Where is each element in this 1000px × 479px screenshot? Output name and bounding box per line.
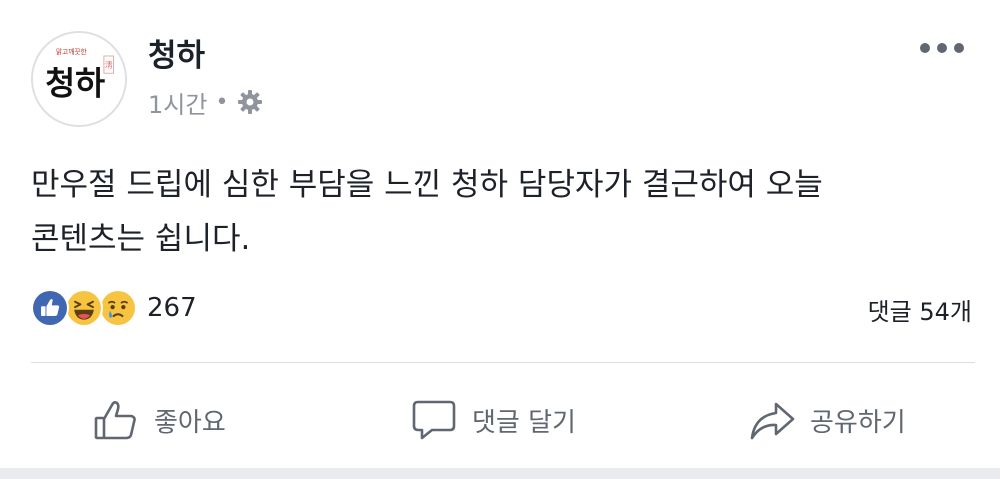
post-meta: 1시간 • xyxy=(148,85,264,119)
avatar-logo-text: 청하 xyxy=(45,63,105,102)
sad-reaction-icon xyxy=(99,289,137,327)
haha-reaction-icon xyxy=(65,289,103,327)
comment-button[interactable]: 댓글 달기 xyxy=(410,385,576,455)
reaction-count: 267 xyxy=(147,293,197,323)
more-horizontal-icon[interactable] xyxy=(920,36,964,60)
gear-icon[interactable] xyxy=(236,88,264,116)
more-dot xyxy=(937,43,947,53)
post-message-line: 콘텐츠는 쉽니다. xyxy=(31,221,251,257)
share-button[interactable]: 공유하기 xyxy=(748,385,906,455)
post-card: 맑고깨끗한 청하 淸 청하 1시간 • 만우절 드립에 심한 부담을 느낀 청하… xyxy=(0,0,1000,468)
avatar-small-text: 맑고깨끗한 xyxy=(56,47,87,56)
post-message: 만우절 드립에 심한 부담을 느낀 청하 담당자가 결근하여 오늘 콘텐츠는 쉽… xyxy=(31,158,981,266)
like-button[interactable]: 좋아요 xyxy=(92,385,226,455)
page-name-link[interactable]: 청하 xyxy=(148,30,205,75)
share-button-label: 공유하기 xyxy=(810,407,906,438)
meta-separator: • xyxy=(215,89,229,115)
post-message-line: 만우절 드립에 심한 부담을 느낀 청하 담당자가 결근하여 오늘 xyxy=(31,167,823,203)
share-arrow-icon xyxy=(748,396,796,444)
post-timestamp[interactable]: 1시간 xyxy=(148,85,207,120)
comment-button-label: 댓글 달기 xyxy=(472,407,576,438)
comment-count-link[interactable]: 댓글 54개 xyxy=(868,292,972,327)
action-bar: 좋아요 댓글 달기 공유하기 xyxy=(0,385,1000,455)
divider xyxy=(31,362,975,363)
more-dot xyxy=(954,43,964,53)
like-button-label: 좋아요 xyxy=(154,407,226,438)
avatar-stamp-text: 淸 xyxy=(105,60,113,70)
thumbs-up-icon xyxy=(92,396,140,444)
more-dot xyxy=(920,43,930,53)
like-reaction-icon xyxy=(31,289,69,327)
feed-separator-band xyxy=(0,468,1000,479)
page-logo-image: 맑고깨끗한 청하 淸 xyxy=(33,33,125,125)
page-avatar[interactable]: 맑고깨끗한 청하 淸 xyxy=(31,31,127,127)
speech-bubble-icon xyxy=(410,396,458,444)
reaction-summary[interactable]: 267 xyxy=(31,288,197,328)
